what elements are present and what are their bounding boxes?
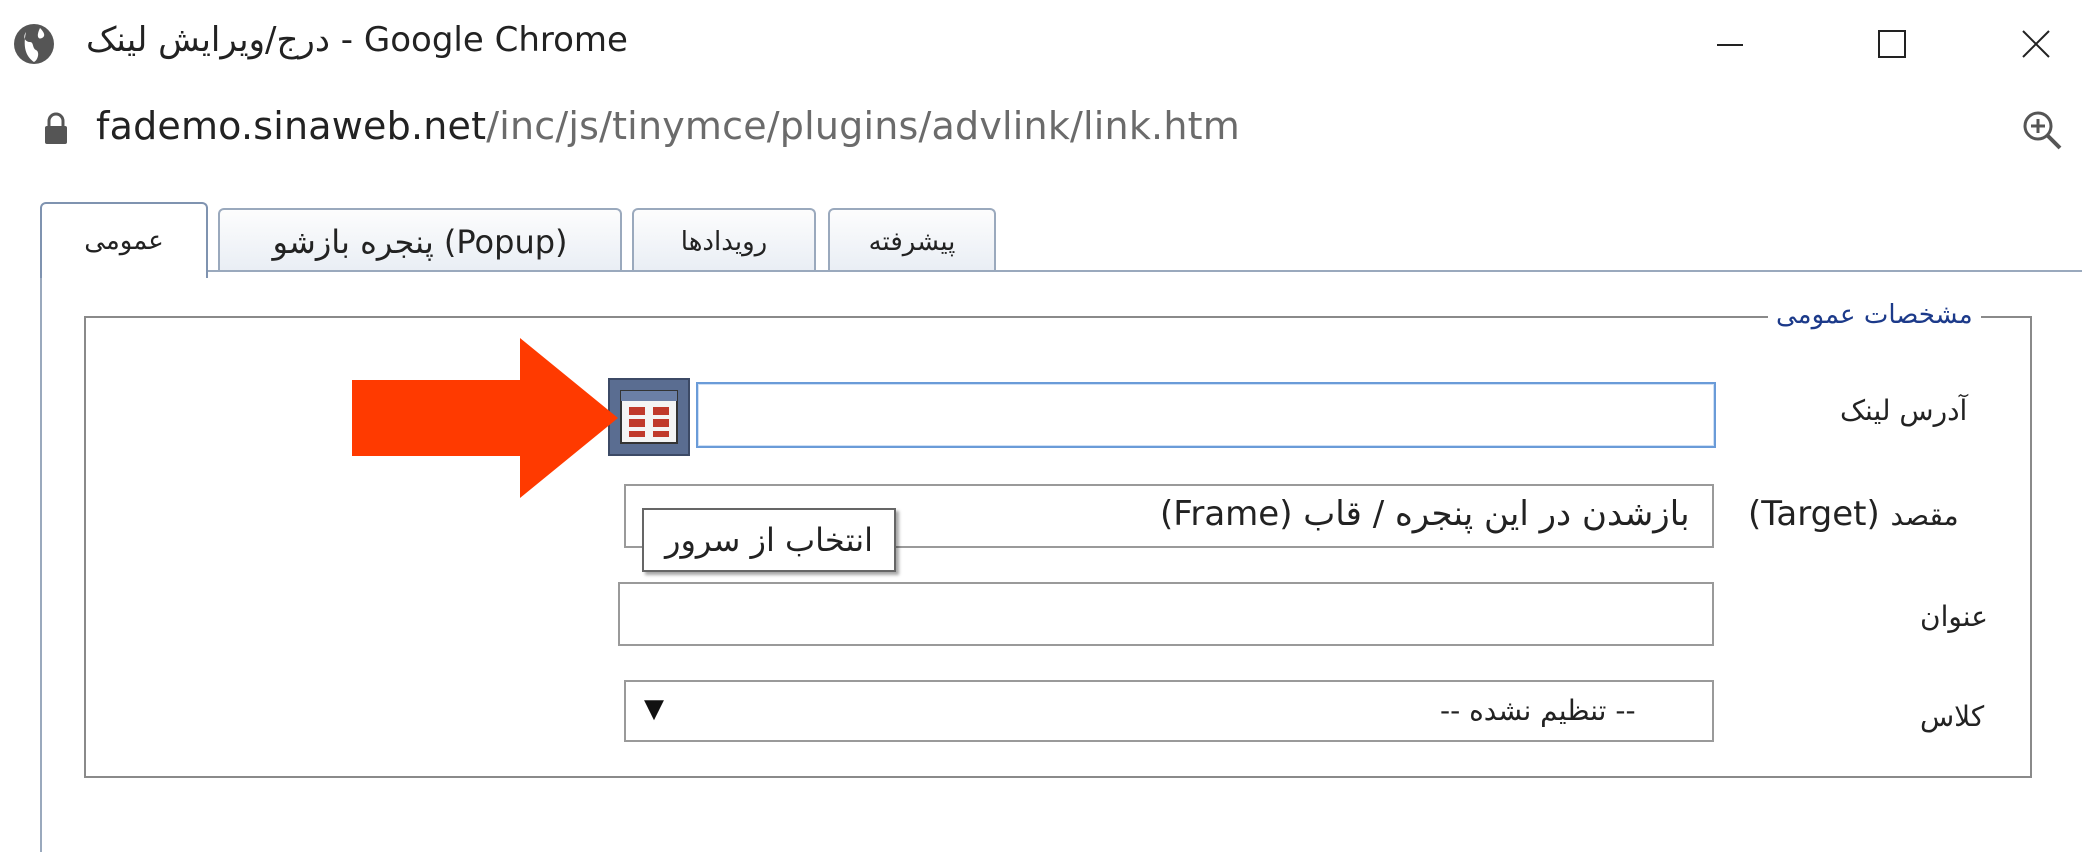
target-label: (Target) مقصد: [1748, 494, 1959, 534]
globe-icon: [14, 24, 54, 64]
url-path: /inc/js/tinymce/plugins/advlink/link.htm: [486, 104, 1240, 148]
tab-events-label: رویدادها: [680, 227, 768, 257]
url-text[interactable]: fademo.sinaweb.net/inc/js/tinymce/plugin…: [96, 104, 1240, 148]
minimize-icon: [1717, 44, 1743, 46]
dropdown-arrow-icon[interactable]: ▼: [644, 694, 664, 724]
title-input[interactable]: [618, 582, 1714, 646]
browse-server-button[interactable]: [608, 378, 690, 456]
tab-events[interactable]: رویدادها: [632, 208, 816, 274]
class-select-value: -- تنظیم نشده --: [1440, 694, 1636, 727]
target-label-en: (Target): [1748, 494, 1880, 534]
maximize-icon: [1878, 30, 1906, 58]
red-arrow-icon: [352, 338, 618, 498]
maximize-button[interactable]: [1852, 12, 1932, 76]
browse-tooltip: انتخاب از سرور: [642, 508, 896, 572]
target-label-fa: مقصد: [1890, 499, 1959, 532]
class-label: کلاس: [1920, 700, 1985, 733]
window-titlebar[interactable]: درج/ویرایش لینک - Google Chrome: [0, 0, 2092, 86]
browse-icon: [620, 390, 678, 444]
tab-general-label: عمومی: [84, 226, 164, 256]
link-address-input[interactable]: [696, 382, 1716, 448]
window-title: درج/ویرایش لینک - Google Chrome: [86, 20, 628, 60]
zoom-icon[interactable]: [2020, 108, 2064, 152]
address-bar[interactable]: fademo.sinaweb.net/inc/js/tinymce/plugin…: [0, 86, 2092, 174]
tab-advanced-label: پیشرفته: [868, 227, 956, 257]
tab-general[interactable]: عمومی: [40, 202, 208, 278]
minimize-button[interactable]: [1690, 12, 1770, 76]
fieldset-legend: مشخصات عمومی: [1768, 300, 1981, 330]
close-button[interactable]: [1996, 12, 2076, 76]
close-icon: [2022, 30, 2050, 58]
lock-icon: [45, 112, 67, 144]
link-address-label: آدرس لینک: [1840, 394, 1968, 427]
url-domain: fademo.sinaweb.net: [96, 104, 487, 148]
title-label: عنوان: [1920, 600, 1988, 633]
tab-popup[interactable]: پنجره بازشو (Popup): [218, 208, 622, 274]
tab-advanced[interactable]: پیشرفته: [828, 208, 996, 274]
target-select-value: بازشدن در این پنجره / قاب (Frame): [1160, 494, 1690, 534]
tab-popup-label: پنجره بازشو (Popup): [272, 223, 568, 261]
